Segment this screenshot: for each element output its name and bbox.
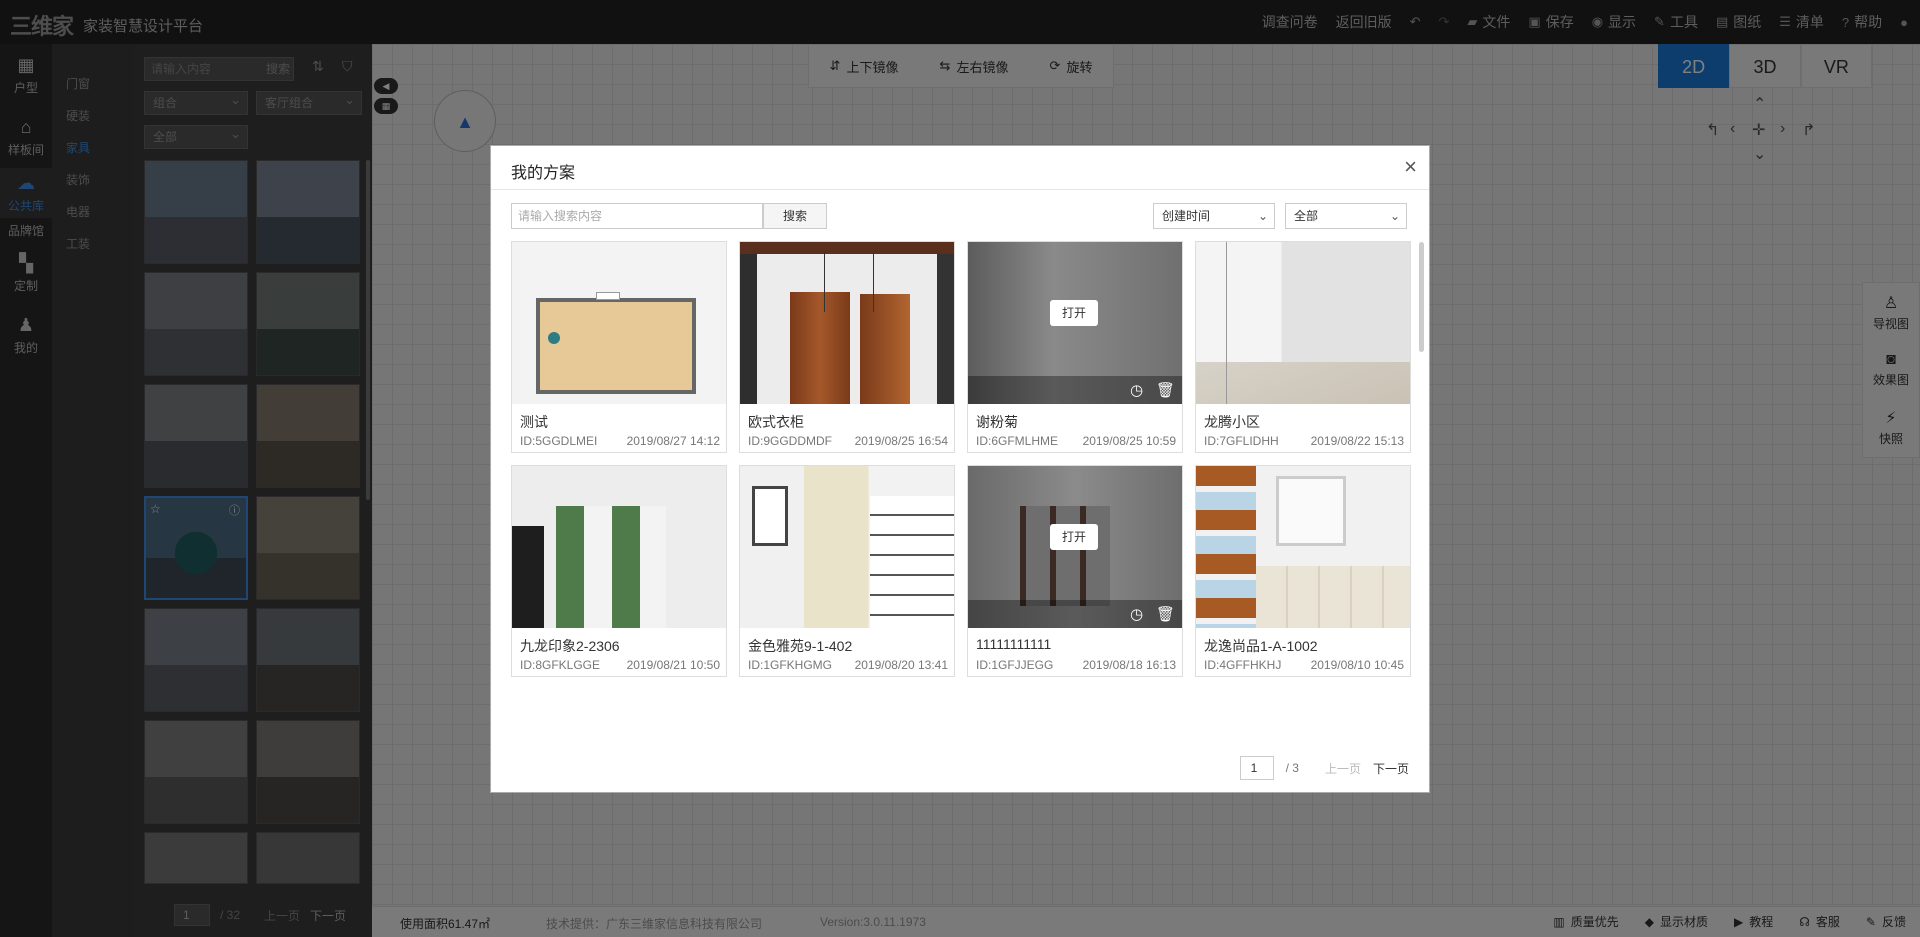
plan-name: 龙腾小区 (1204, 414, 1260, 430)
plan-name: 欧式衣柜 (748, 414, 804, 430)
plan-meta: ID:9GGDDMDF 2019/08/25 16:54 (748, 434, 948, 448)
plan-meta: ID:7GFLIDHH 2019/08/22 15:13 (1204, 434, 1404, 448)
card-action-bar: ◷ 🗑 (968, 600, 1182, 628)
plan-name: 谢粉菊 (976, 414, 1018, 430)
dialog-scrollbar[interactable] (1419, 242, 1424, 352)
plan-search-button[interactable]: 搜索 (763, 203, 827, 229)
plan-meta: ID:1GFJJEGG 2019/08/18 16:13 (976, 658, 1176, 672)
plan-page-input[interactable]: 1 (1239, 756, 1274, 780)
plan-page-total: / 3 (1285, 761, 1299, 775)
my-plans-dialog: 我的方案 × 请输入搜索内容 搜索 创建时间 ⌄ 全部 ⌄ 测试 ID:5GGDLM… (490, 145, 1430, 793)
plan-card[interactable]: 龙逸尚品1-A-1002 ID:4GFFHKHJ 2019/08/10 10:45 (1195, 465, 1411, 677)
filter-select[interactable]: 全部 ⌄ (1285, 203, 1407, 229)
plan-name: 金色雅苑9-1-402 (748, 638, 853, 654)
plan-thumbnail (1196, 242, 1410, 404)
history-icon[interactable]: ◷ (1130, 605, 1143, 623)
plan-meta: ID:8GFKLGGE 2019/08/21 10:50 (520, 658, 720, 672)
plan-meta: ID:5GGDLMEI 2019/08/27 14:12 (520, 434, 720, 448)
plan-card[interactable]: 龙腾小区 ID:7GFLIDHH 2019/08/22 15:13 (1195, 241, 1411, 453)
plan-grid: 测试 ID:5GGDLMEI 2019/08/27 14:12 欧式衣柜 ID:9… (511, 241, 1411, 684)
plan-name: 九龙印象2-2306 (520, 638, 620, 654)
plan-pager: 1 / 3 上一页 下一页 (1239, 756, 1409, 780)
plan-name: 龙逸尚品1-A-1002 (1204, 638, 1318, 654)
card-action-bar: ◷ 🗑 (968, 376, 1182, 404)
trash-icon[interactable]: 🗑 (1156, 381, 1175, 399)
close-icon[interactable]: × (1404, 154, 1417, 180)
plan-thumbnail (1196, 466, 1410, 628)
plan-card[interactable]: 金色雅苑9-1-402 ID:1GFKHGMG 2019/08/20 13:41 (739, 465, 955, 677)
plan-thumbnail: 打开 ◷ 🗑 (968, 466, 1182, 628)
plan-thumbnail (512, 242, 726, 404)
plan-card[interactable]: 九龙印象2-2306 ID:8GFKLGGE 2019/08/21 10:50 (511, 465, 727, 677)
plan-name: 测试 (520, 414, 548, 430)
plan-card[interactable]: 欧式衣柜 ID:9GGDDMDF 2019/08/25 16:54 (739, 241, 955, 453)
chevron-down-icon: ⌄ (1257, 209, 1268, 223)
plan-name: 11111111111 (976, 636, 1052, 652)
plan-card[interactable]: 测试 ID:5GGDLMEI 2019/08/27 14:12 (511, 241, 727, 453)
chevron-down-icon: ⌄ (1389, 209, 1400, 223)
dialog-title: 我的方案 (511, 165, 576, 182)
trash-icon[interactable]: 🗑 (1156, 605, 1175, 623)
plan-search-input[interactable]: 请输入搜索内容 (511, 203, 763, 229)
plan-card[interactable]: 打开 ◷ 🗑 谢粉菊 ID:6GFMLHME 2019/08/25 10:59 (967, 241, 1183, 453)
sort-select[interactable]: 创建时间 ⌄ (1153, 203, 1275, 229)
plan-meta: ID:4GFFHKHJ 2019/08/10 10:45 (1204, 658, 1404, 672)
open-plan-button[interactable]: 打开 (1050, 300, 1098, 326)
history-icon[interactable]: ◷ (1130, 381, 1143, 399)
open-plan-button[interactable]: 打开 (1050, 524, 1098, 550)
plan-prev-page[interactable]: 上一页 (1325, 760, 1361, 777)
plan-thumbnail (740, 242, 954, 404)
plan-thumbnail (512, 466, 726, 628)
plan-card[interactable]: 打开 ◷ 🗑 11111111111 ID:1GFJJEGG 2019/08/18… (967, 465, 1183, 677)
plan-next-page[interactable]: 下一页 (1373, 760, 1409, 777)
plan-meta: ID:6GFMLHME 2019/08/25 10:59 (976, 434, 1176, 448)
dialog-header: 我的方案 × (491, 146, 1429, 190)
plan-thumbnail: 打开 ◷ 🗑 (968, 242, 1182, 404)
plan-meta: ID:1GFKHGMG 2019/08/20 13:41 (748, 658, 948, 672)
plan-thumbnail (740, 466, 954, 628)
